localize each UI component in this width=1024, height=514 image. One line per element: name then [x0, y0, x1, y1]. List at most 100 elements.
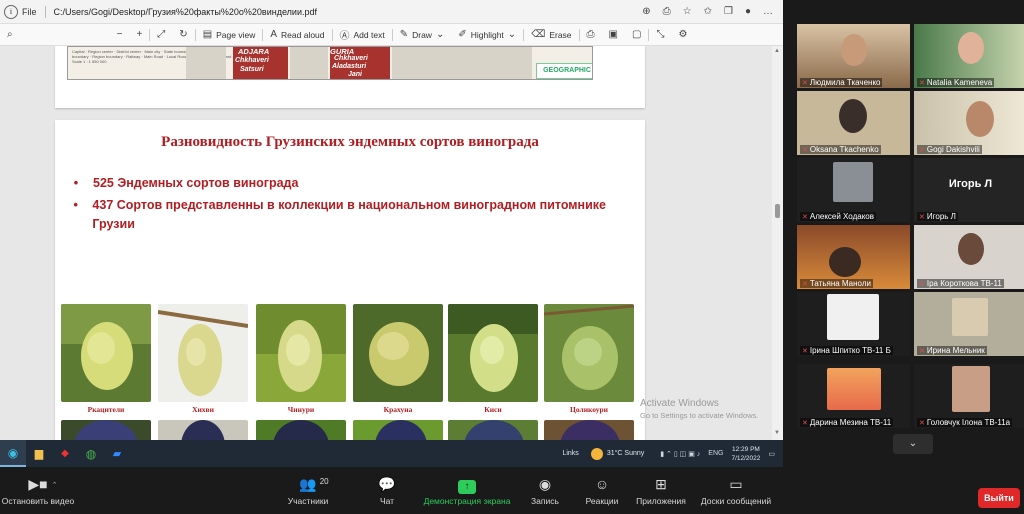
highlight-button[interactable]: ✐ Highlight ⌄	[451, 29, 523, 40]
chat-icon: 💬	[378, 476, 396, 492]
save-as-icon: ▢	[632, 29, 642, 40]
tray-icons[interactable]: ▮ ⌃ ▯ ◫ ▣ ♪	[660, 450, 700, 458]
gallery-next-page-button[interactable]: ⌄	[893, 434, 933, 454]
avatar	[952, 298, 988, 336]
fullscreen-button[interactable]: ⤡	[649, 29, 671, 40]
grape-image	[448, 304, 538, 402]
profile-avatar-icon[interactable]: ●	[745, 6, 751, 17]
more-menu-icon[interactable]: …	[763, 6, 773, 17]
apps-button[interactable]: ⊞ Приложения	[632, 467, 690, 514]
participant-tile[interactable]: ✕ Іра Короткова ТВ-11	[914, 225, 1024, 289]
page-view-button[interactable]: ▤ Page view	[196, 29, 263, 40]
grape-photo-tsolikouri	[544, 304, 634, 402]
info-icon[interactable]: i	[4, 4, 18, 19]
activate-subtitle: Go to Settings to activate Windows.	[640, 411, 759, 420]
share-screen-button[interactable]: ↑ Демонстрация экрана	[422, 467, 512, 514]
participant-tile[interactable]: ✕ Людмила Ткаченко	[797, 24, 910, 88]
taskbar-links[interactable]: Links	[562, 450, 578, 457]
participant-tile[interactable]: ✕ Алексей Ходаков	[797, 158, 910, 222]
participant-tile[interactable]: ✕ Ирина Мельник	[914, 292, 1024, 356]
clock-date: 7/12/2022	[731, 454, 761, 462]
participant-tile-active-speaker[interactable]: ✕ Gogi Dakishvili	[914, 91, 1024, 155]
grape-image	[256, 304, 346, 402]
weather-widget[interactable]: 31°C Sunny	[607, 450, 644, 457]
notifications-icon[interactable]: ▭	[768, 450, 775, 458]
save-button[interactable]: ▣	[602, 29, 625, 40]
participant-tile[interactable]: ✕ Ірина Шпитко ТВ-11 Б	[797, 292, 910, 356]
chevron-down-icon: ⌄	[908, 438, 918, 449]
save-as-button[interactable]: ▢	[625, 29, 648, 40]
erase-button[interactable]: ⌫ Erase	[524, 29, 578, 40]
taskbar-zoom[interactable]: ▰	[104, 440, 130, 467]
map-label-adjara: ADJARA	[238, 47, 270, 56]
scroll-down-icon[interactable]: ▼	[774, 430, 780, 436]
clock-time: 12:29 PM	[732, 445, 760, 453]
taskbar-edge[interactable]: ◉	[0, 440, 26, 467]
participant-tile[interactable]: ✕ Дарина Мезина ТВ-11	[797, 364, 910, 428]
participants-count: 20	[319, 477, 329, 486]
taskbar-chrome[interactable]: ◍	[78, 440, 104, 467]
grape-image	[256, 420, 346, 440]
folder-icon: ▆	[34, 448, 44, 460]
participant-tile[interactable]: ✕ Oksana Tkachenko	[797, 91, 910, 155]
stop-video-button[interactable]: ▶■ ⌃ Остановить видео	[0, 467, 76, 514]
rotate-button[interactable]: ↻	[172, 29, 194, 40]
participant-name: ✕ Людмила Ткаченко	[800, 78, 883, 87]
zoom-in-button[interactable]: +	[129, 29, 149, 40]
logo-text: GEOGRAPHIC	[543, 67, 591, 74]
map-area	[290, 47, 328, 79]
draw-button[interactable]: ✎ Draw ⌄	[393, 29, 452, 40]
zoom-icon[interactable]: ⊕	[642, 6, 650, 17]
participants-button[interactable]: 👥 20 Участники	[283, 467, 333, 514]
taskbar-anydesk[interactable]: ◆	[52, 440, 78, 467]
sun-icon	[590, 447, 603, 460]
read-view-icon[interactable]: ⎙	[663, 6, 671, 17]
avatar	[952, 366, 990, 412]
search-button[interactable]: ⌕	[0, 29, 20, 40]
map-area	[392, 47, 532, 79]
whiteboards-label: Доски сообщений	[700, 496, 772, 506]
add-text-button[interactable]: Ⓐ Add text	[333, 27, 392, 43]
grape-image	[158, 304, 248, 402]
favorite-star-icon[interactable]: ☆	[683, 6, 692, 17]
settings-button[interactable]: ⚙	[671, 29, 694, 40]
pdf-scrollbar[interactable]: ▲ ▼	[772, 46, 783, 440]
record-button[interactable]: ◉ Запись	[525, 467, 565, 514]
grape-photo-dark	[61, 420, 151, 440]
clock[interactable]: 12:29 PM 7/12/2022	[731, 445, 760, 463]
browser-actions: ⊕ ⎙ ☆ ✩ ❐ ● …	[642, 6, 773, 17]
language-indicator[interactable]: ENG	[708, 450, 723, 457]
participant-tile[interactable]: ✕ Natalia Kameneva	[914, 24, 1024, 88]
grape-photo-dark	[353, 420, 443, 440]
read-aloud-button[interactable]: A͏ Read aloud	[263, 29, 331, 40]
highlight-label: Highlight	[470, 29, 504, 40]
pdf-document-area[interactable]: Capital · Region center · District cente…	[0, 46, 783, 440]
zoom-out-button[interactable]: −	[110, 29, 130, 40]
print-button[interactable]: ⎙	[580, 29, 602, 40]
taskbar-explorer[interactable]: ▆	[26, 440, 52, 467]
leave-meeting-button[interactable]: Выйти	[978, 488, 1020, 508]
whiteboards-button[interactable]: ▭ Доски сообщений	[696, 467, 776, 514]
address-url[interactable]: C:/Users/Gogi/Desktop/Грузия%20факты%20о…	[54, 7, 317, 17]
participant-tile[interactable]: ✕ Головчук Ілона ТВ-11а	[914, 364, 1024, 428]
reactions-button[interactable]: ☺ Реакции	[582, 467, 622, 514]
participant-name: ✕ Oksana Tkachenko	[800, 145, 881, 154]
map-label-variety: Chkhaveri	[235, 57, 269, 64]
participant-name: ✕ Іра Короткова ТВ-11	[917, 279, 1004, 288]
page-view-label: Page view	[216, 29, 256, 40]
fit-page-button[interactable]: ⤢	[150, 29, 172, 40]
participant-tile[interactable]: ✕ Татьяна Маноли	[797, 225, 910, 289]
collections-icon[interactable]: ❐	[724, 6, 733, 17]
favorites-icon[interactable]: ✩	[704, 6, 712, 17]
grape-photo-dark	[544, 420, 634, 440]
mic-muted-icon: ✕	[919, 420, 925, 427]
scrollbar-thumb[interactable]	[775, 204, 780, 218]
participant-name: ✕ Ирина Мельник	[917, 346, 987, 355]
add-text-label: Add text	[353, 29, 385, 40]
file-menu[interactable]: File	[22, 7, 37, 17]
scroll-up-icon[interactable]: ▲	[774, 48, 780, 54]
chat-label: Чат	[379, 496, 395, 506]
chat-button[interactable]: 💬 Чат	[372, 467, 402, 514]
chevron-up-icon[interactable]: ⌃	[52, 477, 58, 495]
participant-tile[interactable]: Игорь Л ✕ Игорь Л	[914, 158, 1024, 222]
